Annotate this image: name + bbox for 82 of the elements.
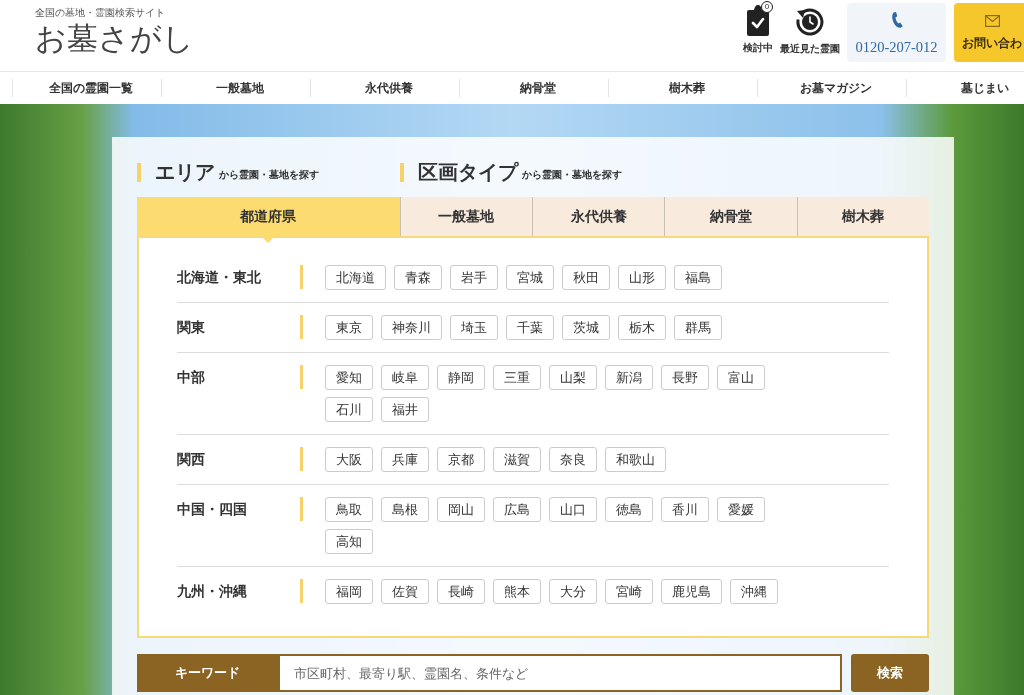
nav-link[interactable]: 一般墓地 [216, 80, 264, 96]
prefecture-button[interactable]: 鳥取 [325, 497, 373, 522]
prefecture-button[interactable]: 北海道 [325, 265, 386, 290]
category-tab[interactable]: 一般墓地 [399, 197, 532, 236]
clipboard-check-icon [747, 4, 769, 36]
prefecture-button[interactable]: 熊本 [493, 579, 541, 604]
category-tab[interactable]: 納骨堂 [664, 197, 797, 236]
prefecture-button[interactable]: 兵庫 [381, 447, 429, 472]
prefecture-button[interactable]: 岩手 [450, 265, 498, 290]
prefecture-button[interactable]: 広島 [493, 497, 541, 522]
prefecture-button[interactable]: 和歌山 [605, 447, 666, 472]
prefecture-button[interactable]: 長野 [661, 365, 709, 390]
prefecture-button[interactable]: 山口 [549, 497, 597, 522]
prefecture-button[interactable]: 香川 [661, 497, 709, 522]
prefecture-button[interactable]: 新潟 [605, 365, 653, 390]
prefecture-button[interactable]: 岡山 [437, 497, 485, 522]
prefecture-button[interactable]: 福岡 [325, 579, 373, 604]
site-logo[interactable]: お墓さがし [35, 20, 194, 58]
mail-icon [985, 15, 1000, 27]
prefecture-button[interactable]: 福井 [381, 397, 429, 422]
prefecture-button[interactable]: 滋賀 [493, 447, 541, 472]
nav-link[interactable]: お墓マガジン [800, 80, 872, 96]
region-label: 中部 [177, 368, 206, 387]
prefecture-button[interactable]: 島根 [381, 497, 429, 522]
prefecture-button[interactable]: 石川 [325, 397, 373, 422]
category-tab[interactable]: 樹木葬 [796, 197, 929, 236]
prefecture-button[interactable]: 三重 [493, 365, 541, 390]
clock-history-icon [795, 7, 825, 37]
prefecture-button[interactable]: 福島 [674, 265, 722, 290]
section-heading: 区画タイプ [418, 160, 518, 184]
prefecture-button[interactable]: 群馬 [674, 315, 722, 340]
prefecture-button[interactable]: 静岡 [437, 365, 485, 390]
keyword-field[interactable]: 市区町村、最寄り駅、霊園名、条件など [277, 654, 843, 692]
count-badge: 0 [761, 1, 773, 13]
recent-cemeteries-link[interactable]: 最近見た霊園 [779, 3, 841, 55]
prefecture-button[interactable]: 茨城 [562, 315, 610, 340]
prefecture-button[interactable]: 青森 [394, 265, 442, 290]
search-button[interactable]: 検索 [851, 654, 929, 692]
prefecture-button[interactable]: 愛媛 [717, 497, 765, 522]
prefecture-button[interactable]: 沖縄 [730, 579, 778, 604]
prefecture-button[interactable]: 宮崎 [605, 579, 653, 604]
phone-number-link[interactable]: 0120-207-012 [847, 3, 946, 62]
region-label: 関西 [177, 450, 206, 469]
prefecture-button[interactable]: 大分 [549, 579, 597, 604]
keyword-label: キーワード [137, 654, 278, 692]
section-heading: エリア [155, 160, 215, 184]
section-subheading: から霊園・墓地を探す [219, 168, 319, 182]
contact-button[interactable]: お問い合わ [954, 3, 1024, 62]
shortlist-link[interactable]: 0 検討中 [740, 3, 776, 54]
prefecture-button[interactable]: 東京 [325, 315, 373, 340]
site-tagline: 全国の墓地・霊園検索サイト [35, 6, 165, 20]
prefecture-button[interactable]: 愛知 [325, 365, 373, 390]
section-subheading: から霊園・墓地を探す [522, 168, 622, 182]
prefecture-button[interactable]: 大阪 [325, 447, 373, 472]
category-tab[interactable]: 永代供養 [532, 197, 665, 236]
prefecture-button[interactable]: 高知 [325, 529, 373, 554]
prefecture-button[interactable]: 富山 [717, 365, 765, 390]
phone-icon [890, 12, 903, 28]
nav-link[interactable]: 樹木葬 [669, 80, 705, 96]
nav-link[interactable]: 全国の霊園一覧 [49, 80, 133, 96]
prefecture-button[interactable]: 山梨 [549, 365, 597, 390]
region-label: 関東 [177, 318, 206, 337]
region-label: 中国・四国 [177, 500, 248, 519]
prefecture-button[interactable]: 山形 [618, 265, 666, 290]
nav-link[interactable]: 墓じまい [961, 80, 1009, 96]
nav-link[interactable]: 永代供養 [365, 80, 413, 96]
prefecture-button[interactable]: 岐阜 [381, 365, 429, 390]
prefecture-button[interactable]: 佐賀 [381, 579, 429, 604]
prefecture-button[interactable]: 奈良 [549, 447, 597, 472]
prefecture-button[interactable]: 栃木 [618, 315, 666, 340]
prefecture-button[interactable]: 埼玉 [450, 315, 498, 340]
prefecture-button[interactable]: 神奈川 [381, 315, 442, 340]
prefecture-button[interactable]: 秋田 [562, 265, 610, 290]
region-label: 北海道・東北 [177, 268, 262, 287]
prefecture-button[interactable]: 宮城 [506, 265, 554, 290]
nav-link[interactable]: 納骨堂 [520, 80, 556, 96]
prefecture-button[interactable]: 鹿児島 [661, 579, 722, 604]
prefecture-button[interactable]: 徳島 [605, 497, 653, 522]
prefecture-button[interactable]: 京都 [437, 447, 485, 472]
prefecture-button[interactable]: 千葉 [506, 315, 554, 340]
region-label: 九州・沖縄 [177, 582, 248, 601]
prefecture-button[interactable]: 長崎 [437, 579, 485, 604]
